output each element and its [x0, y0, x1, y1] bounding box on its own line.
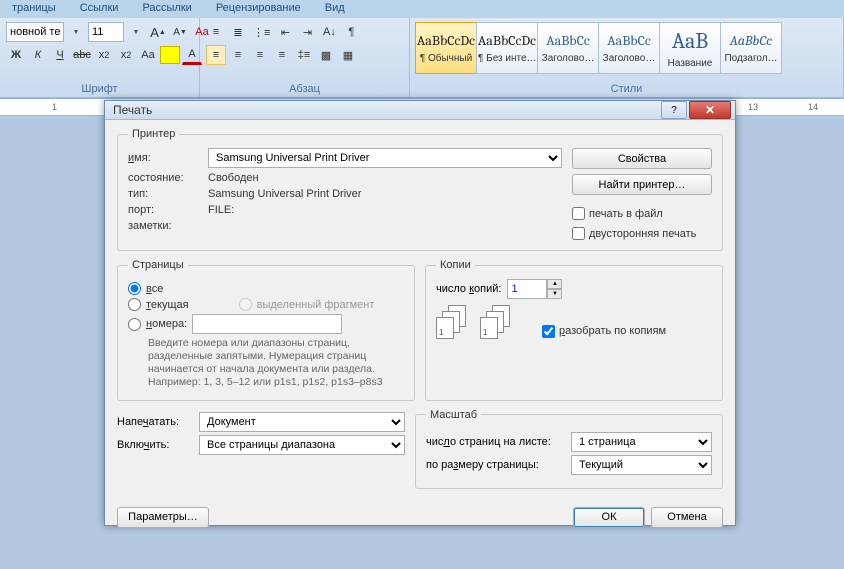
scale-to-select[interactable]: Текущий	[571, 455, 712, 475]
dialog-titlebar: Печать ? ✕	[105, 101, 735, 120]
align-right-button[interactable]: ≡	[250, 45, 270, 65]
increase-indent-button[interactable]: ⇥	[297, 22, 317, 42]
duplex-checkbox[interactable]: двусторонняя печать	[572, 227, 712, 240]
ok-button[interactable]: ОК	[573, 507, 645, 528]
ribbon-body: ▼ ▼ A▲ A▼ Aa Ж К Ч abc x2 x2 Aa A Шрифт	[0, 18, 844, 98]
multilevel-button[interactable]: ⋮≡	[250, 22, 273, 42]
ribbon-tab-item[interactable]: Рассылки	[130, 0, 203, 18]
ribbon-tabs: траницы Ссылки Рассылки Рецензирование В…	[0, 0, 844, 18]
pages-hint: Введите номера или диапазоны страниц, ра…	[148, 337, 404, 390]
show-marks-button[interactable]: ¶	[341, 22, 361, 42]
collate-checkbox[interactable]: разобрать по копиям	[542, 325, 666, 338]
print-to-file-checkbox[interactable]: печать в файл	[572, 207, 712, 220]
style-item[interactable]: AaBbCcDc¶ Без инте…	[476, 22, 538, 74]
printer-status-value: Свободен	[208, 172, 259, 184]
pages-numbers-input[interactable]	[192, 314, 342, 334]
dialog-title: Печать	[113, 103, 152, 117]
underline-button[interactable]: Ч	[50, 45, 70, 65]
printer-type-label: тип:	[128, 188, 208, 200]
ribbon-group-label: Шрифт	[6, 81, 193, 97]
printer-status-label: состояние:	[128, 172, 208, 184]
strike-button[interactable]: abc	[72, 45, 92, 65]
ribbon-tab-item[interactable]: Вид	[313, 0, 357, 18]
include-select[interactable]: Все страницы диапазона	[199, 435, 405, 455]
print-dialog: Печать ? ✕ Принтер имя: Samsung Universa…	[104, 100, 736, 526]
print-what-select[interactable]: Документ	[199, 412, 405, 432]
grow-font-button[interactable]: A▲	[148, 22, 168, 42]
borders-button[interactable]: ▦	[338, 45, 358, 65]
help-button[interactable]: ?	[661, 101, 687, 119]
printer-type-value: Samsung Universal Print Driver	[208, 188, 361, 200]
printer-name-label: имя:	[128, 152, 208, 164]
print-what-label: Напечатать:	[117, 416, 199, 428]
cancel-button[interactable]: Отмена	[651, 507, 723, 528]
options-button[interactable]: Параметры…	[117, 507, 209, 528]
ribbon-tab-item[interactable]: Ссылки	[68, 0, 131, 18]
change-case-button[interactable]: Aa	[138, 45, 158, 65]
line-spacing-button[interactable]: ‡≡	[294, 45, 314, 65]
bullets-button[interactable]: ≡	[206, 22, 226, 42]
close-button[interactable]: ✕	[689, 101, 731, 119]
include-label: Включить:	[117, 439, 199, 451]
pages-current-radio[interactable]	[128, 298, 141, 311]
numbering-button[interactable]: ≣	[228, 22, 248, 42]
style-item[interactable]: AaBbCcЗаголово…	[537, 22, 599, 74]
style-item[interactable]: AaBНазвание	[659, 22, 721, 74]
ribbon-group-label: Абзац	[206, 81, 403, 97]
styles-gallery: AaBbCcDc¶ ОбычныйAaBbCcDc¶ Без инте…AaBb…	[416, 22, 837, 74]
zoom-legend: Масштаб	[426, 409, 481, 421]
shading-button[interactable]: ▩	[316, 45, 336, 65]
pages-per-sheet-label: число страниц на листе:	[426, 436, 571, 448]
style-item[interactable]: AaBbCcПодзагол…	[720, 22, 782, 74]
decrease-indent-button[interactable]: ⇤	[275, 22, 295, 42]
subscript-button[interactable]: x2	[94, 45, 114, 65]
ribbon-group-label: Стили	[416, 81, 837, 97]
printer-group: Принтер имя: Samsung Universal Print Dri…	[117, 128, 723, 251]
find-printer-button[interactable]: Найти принтер…	[572, 174, 712, 195]
bold-button[interactable]: Ж	[6, 45, 26, 65]
properties-button[interactable]: Свойства	[572, 148, 712, 169]
superscript-button[interactable]: x2	[116, 45, 136, 65]
font-size-input[interactable]	[88, 22, 124, 42]
zoom-group: Масштаб число страниц на листе: 1 страни…	[415, 409, 723, 489]
font-name-input[interactable]	[6, 22, 64, 42]
spin-up-button[interactable]: ▲	[547, 279, 562, 289]
scale-to-label: по размеру страницы:	[426, 459, 571, 471]
italic-button[interactable]: К	[28, 45, 48, 65]
collate-preview-icon: 3 2 1 3 2 1	[436, 305, 526, 355]
justify-button[interactable]: ≡	[272, 45, 292, 65]
style-item[interactable]: AaBbCcЗаголово…	[598, 22, 660, 74]
copies-count-input[interactable]	[507, 279, 547, 299]
pages-per-sheet-select[interactable]: 1 страница	[571, 432, 712, 452]
printer-legend: Принтер	[128, 128, 179, 140]
ribbon-tab-item[interactable]: траницы	[0, 0, 68, 18]
font-color-button[interactable]: A	[182, 45, 202, 65]
copies-legend: Копии	[436, 259, 475, 271]
style-item[interactable]: AaBbCcDc¶ Обычный	[415, 22, 477, 74]
printer-name-select[interactable]: Samsung Universal Print Driver	[208, 148, 562, 168]
printer-notes-label: заметки:	[128, 220, 208, 232]
printer-port-value: FILE:	[208, 204, 234, 216]
pages-legend: Страницы	[128, 259, 188, 271]
ribbon-tab-item[interactable]: Рецензирование	[204, 0, 313, 18]
chevron-down-icon[interactable]: ▼	[126, 22, 146, 42]
pages-all-radio[interactable]	[128, 282, 141, 295]
shrink-font-button[interactable]: A▼	[170, 22, 190, 42]
align-left-button[interactable]: ≡	[206, 45, 226, 65]
chevron-down-icon[interactable]: ▼	[66, 22, 86, 42]
highlight-button[interactable]	[160, 46, 180, 64]
sort-button[interactable]: A↓	[319, 22, 339, 42]
copies-group: Копии число копий: ▲ ▼ 3 2	[425, 259, 723, 401]
pages-selection-radio	[239, 298, 252, 311]
printer-port-label: порт:	[128, 204, 208, 216]
copies-count-label: число копий:	[436, 283, 501, 295]
align-center-button[interactable]: ≡	[228, 45, 248, 65]
pages-group: Страницы все текущая выделенный фрагмент…	[117, 259, 415, 401]
spin-down-button[interactable]: ▼	[547, 289, 562, 299]
pages-numbers-radio[interactable]	[128, 318, 141, 331]
